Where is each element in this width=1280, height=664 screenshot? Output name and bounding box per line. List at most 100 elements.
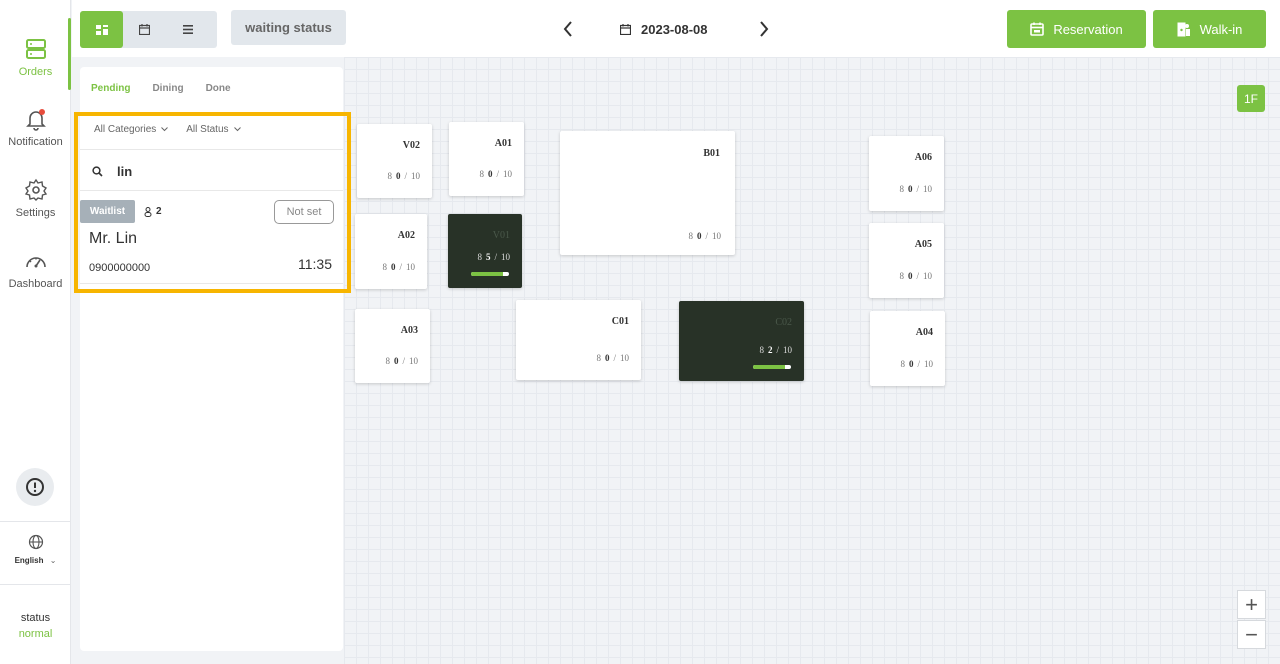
orders-icon — [25, 39, 46, 59]
nav-item-orders[interactable]: Orders — [0, 37, 71, 78]
nav-label-settings: Settings — [15, 207, 56, 219]
guest-phone: 0900000000 — [89, 262, 151, 274]
person-icon: 8 — [385, 171, 392, 181]
next-date-button[interactable] — [752, 14, 776, 44]
waiting-status-button[interactable]: waiting status — [231, 10, 346, 45]
reservation-label: Reservation — [1053, 21, 1123, 37]
current-date[interactable]: 2023-08-08 — [641, 22, 708, 37]
calendar-view-button[interactable] — [123, 11, 166, 48]
panel-divider — [80, 149, 343, 150]
table-capacity: 10 — [923, 184, 932, 194]
progress-fill — [753, 365, 786, 369]
seated-count: 5 — [485, 252, 491, 262]
person-icon: 8 — [899, 184, 904, 194]
plus-icon: + — [1245, 591, 1258, 617]
order-status-tabs: Pending Dining Done — [91, 83, 231, 94]
walk-in-button[interactable]: Walk-in — [1153, 10, 1266, 48]
table-card[interactable]: A01 8 0/10 — [449, 122, 524, 196]
calendar-add-icon — [1030, 22, 1045, 36]
table-name: A05 — [914, 239, 932, 250]
tab-dining[interactable]: Dining — [152, 83, 183, 94]
table-occupancy: 8 0/10 — [596, 353, 629, 363]
search-bar — [92, 162, 332, 180]
waitlist-badge: Waitlist — [80, 200, 135, 223]
tab-done[interactable]: Done — [206, 83, 231, 94]
chevron-left-icon — [563, 21, 572, 37]
table-name: V01 — [492, 230, 510, 241]
waitlist-card[interactable]: Waitlist 2 Not set Mr. Lin 0900000000 11… — [80, 199, 343, 284]
nav-item-settings[interactable]: Settings — [0, 178, 71, 219]
assign-table-button[interactable]: Not set — [274, 200, 334, 224]
table-card[interactable]: B01 8 0/10 — [560, 131, 735, 255]
search-icon — [92, 165, 103, 177]
seated-count: 0 — [907, 184, 913, 194]
panel-divider — [80, 190, 343, 191]
table-card[interactable]: A03 8 0/10 — [355, 309, 430, 383]
table-card-occupied[interactable]: V01 8 5/10 — [448, 214, 522, 288]
date-navigator: 2023-08-08 — [556, 14, 776, 44]
person-icon: 8 — [382, 262, 387, 272]
floor-view-button[interactable] — [80, 11, 123, 48]
reservation-button[interactable]: Reservation — [1007, 10, 1146, 48]
table-occupancy: 8 0/10 — [479, 169, 512, 179]
person-icon: 8 — [385, 356, 390, 366]
seated-count: 0 — [908, 359, 914, 369]
table-name: A06 — [914, 152, 932, 163]
person-icon: 8 — [596, 353, 601, 363]
gear-icon — [24, 178, 47, 201]
status-filter-dropdown[interactable]: All Status — [186, 124, 241, 135]
table-occupancy: 8 0/10 — [382, 262, 415, 272]
search-input[interactable] — [117, 163, 317, 179]
person-icon: 8 — [479, 169, 484, 179]
table-occupancy: 8 0/10 — [385, 171, 420, 181]
chevron-down-icon — [233, 127, 241, 132]
seated-count: 0 — [393, 356, 399, 366]
table-capacity: 10 — [783, 345, 792, 355]
orders-panel: Pending Dining Done — [80, 67, 343, 651]
dining-progress-bar — [471, 272, 509, 276]
person-icon: 8 — [759, 345, 764, 355]
calendar-icon — [139, 24, 150, 35]
tab-pending[interactable]: Pending — [91, 83, 130, 94]
floor-layout-icon — [95, 24, 108, 35]
table-card[interactable]: A06 8 0/10 — [869, 136, 944, 211]
table-card-occupied[interactable]: C02 8 2/10 — [679, 301, 804, 381]
language-selector[interactable]: English ⌄ — [0, 534, 71, 565]
calendar-icon — [620, 23, 631, 35]
table-capacity: 10 — [406, 262, 415, 272]
list-view-button[interactable] — [166, 11, 209, 48]
table-occupancy: 8 2/10 — [759, 345, 792, 355]
zoom-in-button[interactable]: + — [1237, 590, 1266, 619]
table-occupancy: 8 0/10 — [385, 356, 418, 366]
alert-button[interactable] — [16, 468, 54, 506]
status-value: normal — [18, 628, 53, 640]
table-name: A01 — [494, 138, 512, 149]
table-capacity: 10 — [712, 231, 721, 241]
walk-in-icon — [1177, 22, 1190, 36]
table-card[interactable]: C01 8 0/10 — [516, 300, 641, 380]
list-icon — [182, 25, 193, 34]
seated-count: 0 — [604, 353, 610, 363]
table-card[interactable]: V02 8 0/10 — [357, 124, 432, 198]
status-filter-label: All Status — [186, 124, 229, 135]
nav-divider — [0, 584, 71, 585]
table-card[interactable]: A04 8 0/10 — [870, 311, 945, 386]
table-card[interactable]: A02 8 0/10 — [355, 214, 427, 289]
floor-selector[interactable]: 1F — [1237, 85, 1265, 112]
table-occupancy: 8 0/10 — [899, 184, 932, 194]
table-capacity: 10 — [923, 271, 932, 281]
person-icon: 8 — [899, 271, 904, 281]
minus-icon: − — [1245, 621, 1258, 647]
category-filter-dropdown[interactable]: All Categories — [94, 124, 169, 135]
nav-item-notification[interactable]: Notification — [0, 107, 71, 148]
nav-item-dashboard[interactable]: Dashboard — [0, 249, 71, 290]
table-occupancy: 8 0/10 — [899, 271, 932, 281]
zoom-out-button[interactable]: − — [1237, 620, 1266, 649]
table-name: A04 — [915, 327, 933, 338]
previous-date-button[interactable] — [556, 14, 580, 44]
table-name: C02 — [775, 317, 792, 328]
card-divider — [80, 283, 343, 284]
table-card[interactable]: A05 8 0/10 — [869, 223, 944, 298]
seated-count: 0 — [395, 171, 401, 181]
table-occupancy: 8 0/10 — [688, 231, 721, 241]
